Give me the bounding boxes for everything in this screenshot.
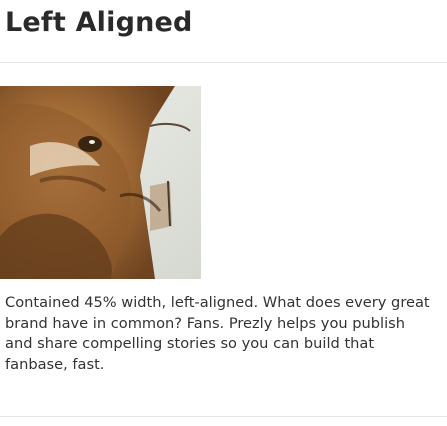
figure-caption: Contained 45% width, left-aligned. What … (5, 294, 430, 373)
bottom-divider (0, 416, 447, 417)
section-heading: Left Aligned (5, 7, 193, 38)
cat-photo (0, 86, 201, 279)
cat-face-image (0, 86, 201, 279)
top-divider (0, 62, 447, 63)
